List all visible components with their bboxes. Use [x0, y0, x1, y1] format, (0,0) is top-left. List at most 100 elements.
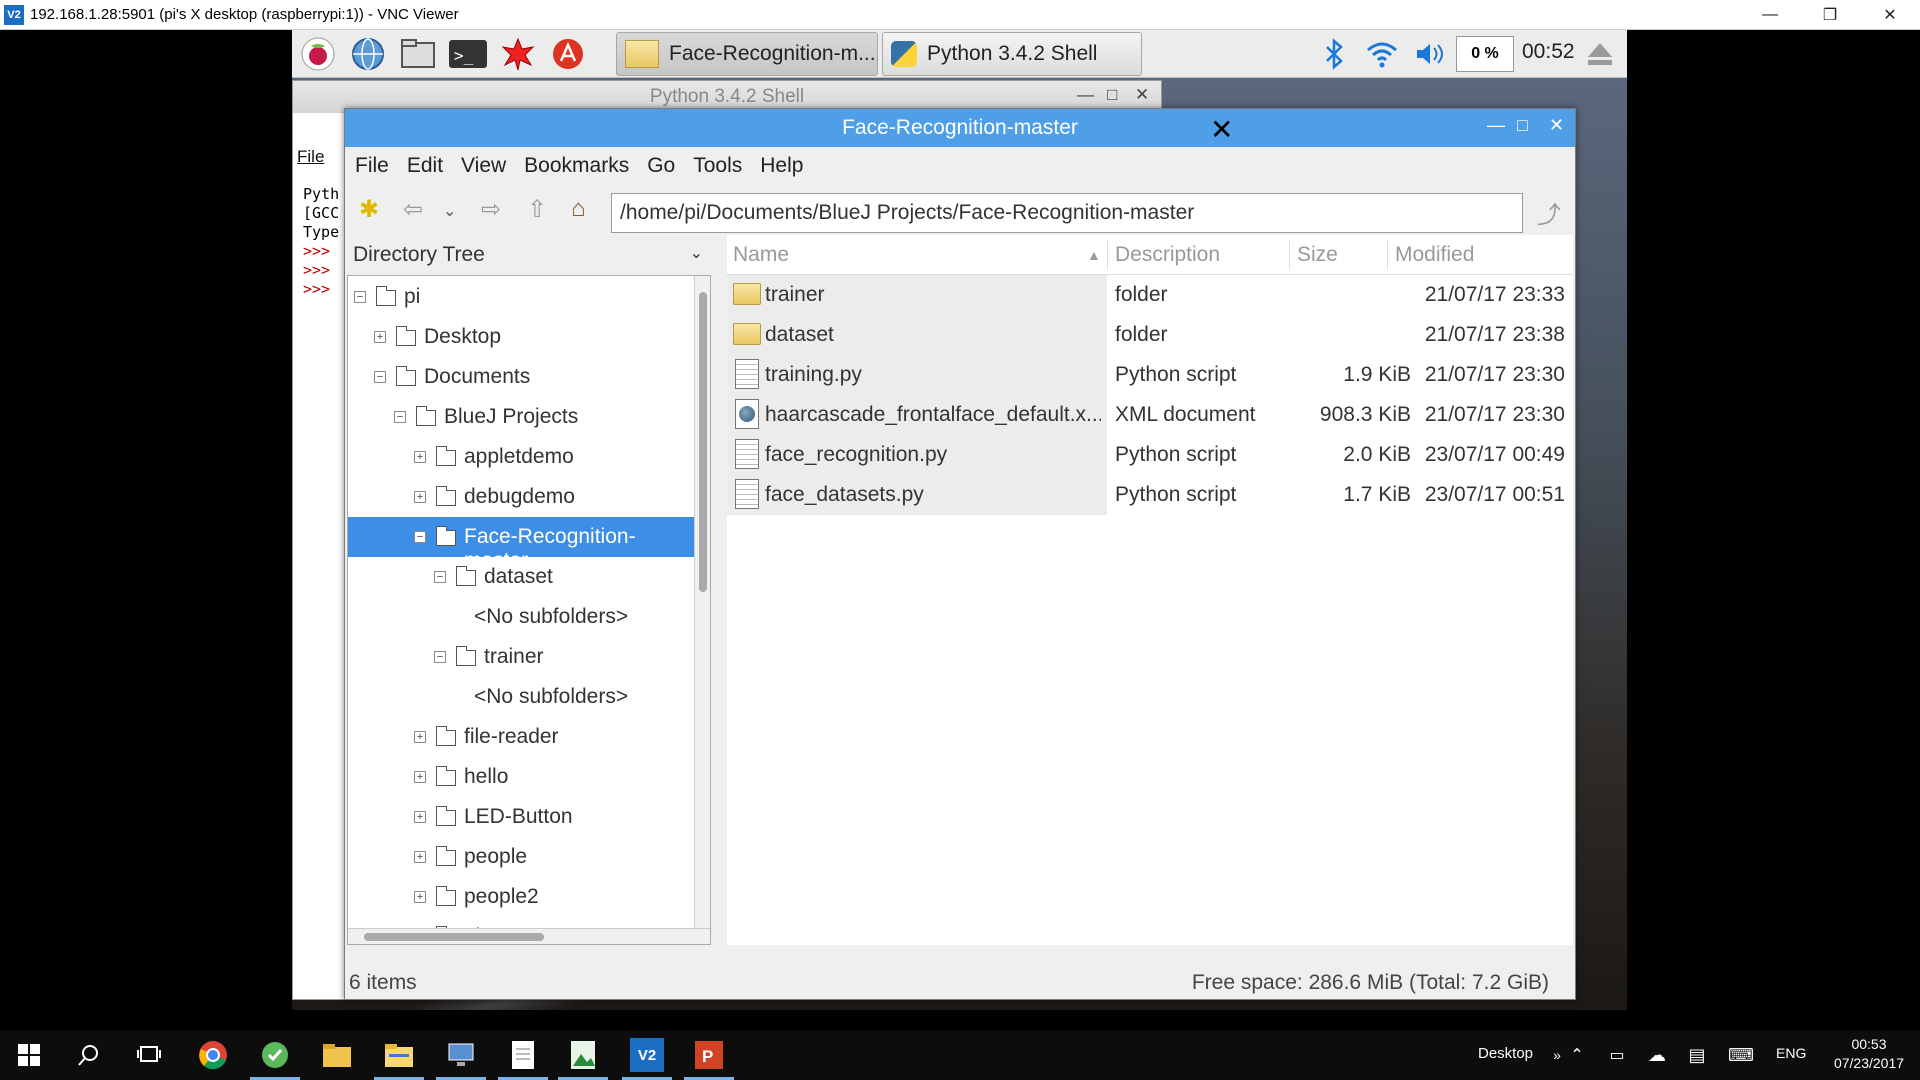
- column-divider[interactable]: [1107, 241, 1108, 269]
- tree-item[interactable]: + people: [348, 837, 696, 877]
- sidebar-mode-select[interactable]: Directory Tree ⌄: [347, 235, 711, 275]
- file-row[interactable]: face_datasets.py Python script 1.7 KiB 23/0…: [727, 475, 1573, 515]
- chrome-icon[interactable]: [196, 1038, 230, 1072]
- menu-file[interactable]: File: [355, 154, 389, 178]
- tree-item[interactable]: − BlueJ Projects: [348, 397, 696, 437]
- restore-button[interactable]: ❐: [1800, 0, 1860, 30]
- maximize-button[interactable]: □: [1517, 115, 1528, 136]
- minimize-button[interactable]: —: [1487, 115, 1505, 136]
- collapse-icon[interactable]: −: [354, 291, 366, 303]
- tree-item[interactable]: + LED-Button: [348, 797, 696, 837]
- menu-bookmarks[interactable]: Bookmarks: [524, 154, 629, 178]
- raspberry-menu-icon[interactable]: [298, 34, 338, 74]
- directory-tree[interactable]: − pi + Desktop − Documents − BlueJ Projects + app…: [347, 275, 711, 945]
- parent-folder-icon[interactable]: ⇧: [527, 195, 547, 224]
- task-face-recognition[interactable]: Face-Recognition-m...: [616, 32, 878, 76]
- collapse-icon[interactable]: −: [434, 571, 446, 583]
- math-kernel-icon[interactable]: [498, 34, 538, 74]
- tree-item[interactable]: − Documents: [348, 357, 696, 397]
- file-manager-window[interactable]: Face-Recognition-master ✕ — □ ✕ File Edi…: [344, 108, 1576, 1000]
- task-python-shell[interactable]: Python 3.4.2 Shell: [882, 32, 1142, 76]
- cloud-icon[interactable]: ☁: [1640, 1038, 1674, 1072]
- notepad-icon[interactable]: [498, 1038, 548, 1080]
- path-input[interactable]: [611, 193, 1523, 233]
- file-row[interactable]: dataset folder 21/07/17 23:38: [727, 315, 1573, 355]
- close-button[interactable]: ✕: [1135, 85, 1149, 105]
- close-button[interactable]: ✕: [1860, 0, 1920, 30]
- column-header-size[interactable]: Size: [1297, 243, 1338, 267]
- collapse-icon[interactable]: −: [434, 651, 446, 663]
- tree-item[interactable]: + people2: [348, 877, 696, 917]
- search-icon[interactable]: [72, 1038, 106, 1072]
- shell-output[interactable]: Pyth [GCC Type >>> >>> >>>: [303, 185, 339, 299]
- column-divider[interactable]: [1289, 241, 1290, 269]
- tree-item[interactable]: <No subfolders>: [348, 677, 696, 717]
- file-row[interactable]: face_recognition.py Python script 2.0 KiB 2…: [727, 435, 1573, 475]
- file-row[interactable]: training.py Python script 1.9 KiB 21/07/17 …: [727, 355, 1573, 395]
- tree-item[interactable]: + hello: [348, 757, 696, 797]
- tree-item[interactable]: + appletdemo: [348, 437, 696, 477]
- cpu-usage-monitor[interactable]: 0 %: [1456, 36, 1514, 72]
- expand-icon[interactable]: +: [374, 331, 386, 343]
- panel-clock[interactable]: 00:52: [1522, 40, 1575, 64]
- web-browser-icon[interactable]: [348, 34, 388, 74]
- wolfram-icon[interactable]: [548, 34, 588, 74]
- minimize-button[interactable]: —: [1740, 0, 1800, 30]
- expand-icon[interactable]: +: [414, 731, 426, 743]
- tree-vertical-scrollbar[interactable]: [694, 276, 710, 944]
- action-center-icon[interactable]: ▤: [1680, 1038, 1714, 1072]
- column-header-name[interactable]: Name: [733, 243, 789, 267]
- maximize-button[interactable]: □: [1107, 85, 1117, 105]
- collapse-icon[interactable]: −: [374, 371, 386, 383]
- explorer-folder-icon[interactable]: [320, 1038, 354, 1072]
- expand-icon[interactable]: +: [414, 771, 426, 783]
- home-icon[interactable]: ⌂: [571, 195, 586, 223]
- bluetooth-icon[interactable]: [1314, 34, 1354, 74]
- back-arrow-icon[interactable]: ⇦: [403, 195, 423, 224]
- close-button[interactable]: ✕: [1549, 115, 1564, 136]
- keyboard-icon[interactable]: ⌨: [1724, 1038, 1758, 1072]
- menu-view[interactable]: View: [461, 154, 506, 178]
- tree-item[interactable]: − pi: [348, 277, 696, 317]
- system-clock[interactable]: 00:53 07/23/2017: [1824, 1035, 1914, 1073]
- input-language[interactable]: ENG: [1776, 1045, 1806, 1061]
- collapse-icon[interactable]: −: [414, 531, 426, 543]
- column-divider[interactable]: [1387, 241, 1388, 269]
- close-icon[interactable]: ✕: [1210, 113, 1233, 146]
- powerpoint-icon[interactable]: P: [684, 1038, 734, 1080]
- scrollbar-thumb[interactable]: [364, 933, 544, 941]
- tree-horizontal-scrollbar[interactable]: [348, 928, 710, 944]
- column-header-description[interactable]: Description: [1115, 243, 1220, 267]
- go-path-icon[interactable]: ⤴: [1537, 195, 1561, 230]
- volume-icon[interactable]: [1410, 34, 1450, 74]
- tree-item[interactable]: + debugdemo: [348, 477, 696, 517]
- forward-arrow-icon[interactable]: ⇨: [481, 195, 501, 224]
- menu-tools[interactable]: Tools: [693, 154, 742, 178]
- tree-item[interactable]: + Desktop: [348, 317, 696, 357]
- tree-item[interactable]: − dataset: [348, 557, 696, 597]
- menu-help[interactable]: Help: [760, 154, 803, 178]
- expand-icon[interactable]: +: [414, 891, 426, 903]
- column-header-modified[interactable]: Modified: [1395, 243, 1474, 267]
- start-icon[interactable]: [12, 1038, 46, 1072]
- collapse-icon[interactable]: −: [394, 411, 406, 423]
- expand-icon[interactable]: +: [414, 811, 426, 823]
- network-app-icon[interactable]: [436, 1038, 486, 1080]
- app-green-icon[interactable]: [250, 1038, 300, 1080]
- battery-icon[interactable]: ▭: [1600, 1038, 1634, 1072]
- menu-go[interactable]: Go: [647, 154, 675, 178]
- desktop-toolbar-label[interactable]: Desktop: [1478, 1045, 1533, 1062]
- menu-file[interactable]: File: [297, 147, 324, 167]
- chevron-up-icon[interactable]: ⌃: [1560, 1038, 1594, 1072]
- wifi-icon[interactable]: [1362, 34, 1402, 74]
- file-explorer-icon[interactable]: [374, 1038, 424, 1080]
- file-list[interactable]: Name ▲ Description Size Modified trainer…: [727, 235, 1573, 945]
- scrollbar-thumb[interactable]: [699, 292, 707, 592]
- file-manager-titlebar[interactable]: Face-Recognition-master ✕ — □ ✕: [345, 109, 1575, 147]
- menu-edit[interactable]: Edit: [407, 154, 443, 178]
- new-tab-icon[interactable]: ✱: [359, 195, 379, 224]
- file-row[interactable]: trainer folder 21/07/17 23:33: [727, 275, 1573, 315]
- expand-icon[interactable]: +: [414, 491, 426, 503]
- vnc-viewer-icon[interactable]: V2: [622, 1038, 672, 1080]
- expand-icon[interactable]: +: [414, 851, 426, 863]
